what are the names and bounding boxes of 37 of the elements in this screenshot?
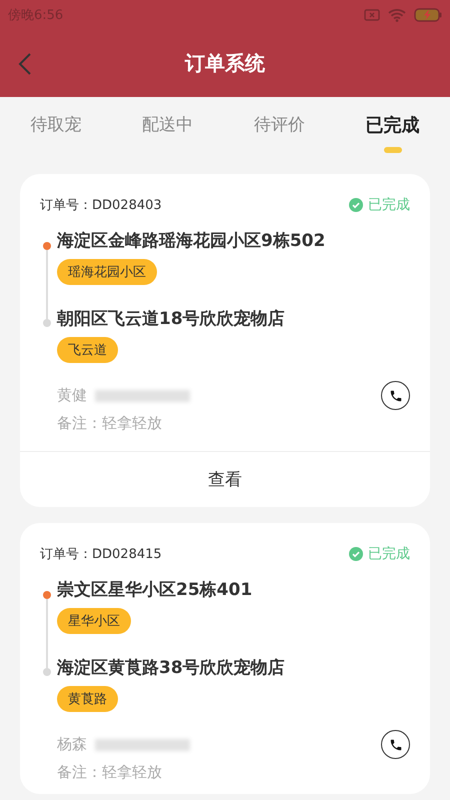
dropoff-address: 朝阳区飞云道18号欣欣宠物店 xyxy=(57,308,285,330)
dropoff-address: 海淀区黄莨路38号欣欣宠物店 xyxy=(57,657,285,679)
dropoff-dot xyxy=(43,668,51,676)
contact-name: 杨森 xyxy=(57,735,87,754)
order-note: 备注：轻拿轻放 xyxy=(57,414,163,433)
phone-call-button[interactable] xyxy=(381,381,410,410)
order-tab[interactable]: 待评价 xyxy=(254,113,305,136)
order-tab[interactable]: 已完成 xyxy=(366,113,420,153)
area-tag: 星华小区 xyxy=(57,608,131,634)
dropoff-dot xyxy=(43,319,51,327)
order-number: 订单号：DD028415 xyxy=(40,546,162,563)
phone-call-button[interactable] xyxy=(381,730,410,759)
route-line xyxy=(46,250,48,319)
battery-icon xyxy=(414,8,442,22)
order-tab[interactable]: 待取宠 xyxy=(30,113,82,136)
order-number: 订单号：DD028403 xyxy=(40,197,162,214)
area-tag: 瑶海花园小区 xyxy=(57,259,157,285)
order-status: 已完成 xyxy=(368,545,410,563)
pickup-address: 海淀区金峰路瑶海花园小区9栋502 xyxy=(57,230,326,252)
view-button[interactable]: 查看 xyxy=(20,451,430,507)
pickup-address: 崇文区星华小区25栋401 xyxy=(57,579,252,601)
area-tag: 黄莨路 xyxy=(57,686,118,712)
contact-name: 黄健 xyxy=(57,386,87,405)
pickup-dot xyxy=(43,591,51,599)
phone-icon xyxy=(388,738,402,752)
order-note: 备注：轻拿轻放 xyxy=(57,763,163,782)
area-tag: 飞云道 xyxy=(57,337,118,363)
check-circle-icon xyxy=(349,198,363,212)
pickup-dot xyxy=(43,242,51,250)
order-status: 已完成 xyxy=(368,196,410,214)
check-circle-icon xyxy=(349,547,363,561)
page-title: 订单系统 xyxy=(185,50,265,77)
wifi-icon xyxy=(388,8,406,22)
sim-card-icon xyxy=(364,9,380,21)
order-tab[interactable]: 配送中 xyxy=(142,113,194,136)
route-line xyxy=(46,599,48,668)
phone-icon xyxy=(388,388,402,402)
